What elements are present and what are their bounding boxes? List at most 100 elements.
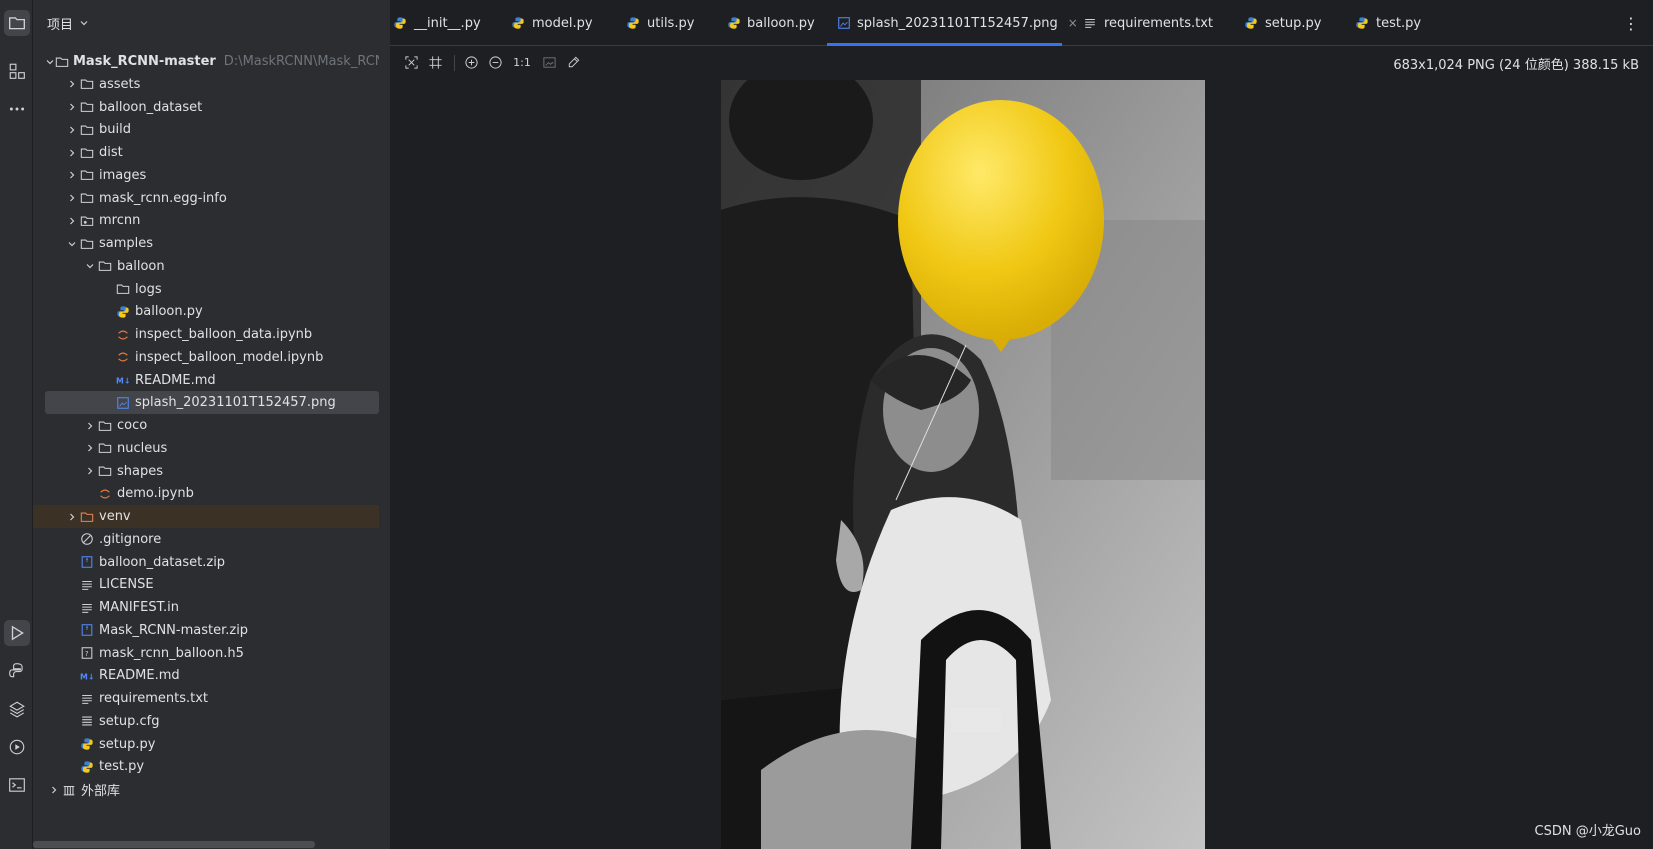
chevron-right-icon[interactable] [65, 123, 79, 137]
tree-item[interactable]: MANIFEST.in [33, 596, 379, 619]
tree-item[interactable]: mrcnn [33, 209, 379, 232]
tree-item[interactable]: LICENSE [33, 573, 379, 596]
tree-item[interactable]: coco [33, 414, 379, 437]
zoom-in-icon[interactable] [462, 53, 480, 71]
tree-item[interactable]: requirements.txt [33, 687, 379, 710]
balloon-photo [721, 80, 1205, 849]
chevron-right-icon[interactable] [47, 783, 61, 797]
chevron-right-icon[interactable] [83, 419, 97, 433]
tree-item[interactable]: test.py [33, 755, 379, 778]
tree-item[interactable]: samples [33, 232, 379, 255]
tree-item-label: splash_20231101T152457.png [135, 395, 336, 411]
tree-item[interactable]: dist [33, 141, 379, 164]
structure-icon[interactable] [4, 58, 30, 84]
project-header[interactable]: 项目 [33, 0, 390, 46]
chevron-right-icon[interactable] [65, 168, 79, 182]
ignore-icon [79, 531, 95, 547]
tree-item[interactable]: .gitignore [33, 528, 379, 551]
editor-area: ⋮ __init__.py model.py utils.py balloon.py s… [390, 0, 1653, 849]
folder-icon [97, 418, 113, 434]
tree-item[interactable]: setup.py [33, 733, 379, 756]
tree-item[interactable]: splash_20231101T152457.png [45, 391, 379, 415]
tree-item[interactable]: nucleus [33, 437, 379, 460]
tab-label: balloon.py [747, 15, 815, 31]
more-icon[interactable] [4, 96, 30, 122]
editor-tab[interactable]: __init__.py [382, 0, 482, 46]
tree-item[interactable]: ? mask_rcnn_balloon.h5 [33, 642, 379, 665]
tree-item[interactable]: 外部库 [33, 778, 379, 801]
grid-icon[interactable] [426, 53, 444, 71]
text-icon [79, 600, 95, 616]
tree-item[interactable]: demo.ipynb [33, 482, 379, 505]
package-icon [79, 213, 95, 229]
tree-item[interactable]: build [33, 118, 379, 141]
python-console-icon[interactable] [4, 658, 30, 684]
horizontal-scrollbar[interactable] [33, 841, 315, 848]
editor-tab[interactable]: utils.py [615, 0, 700, 46]
chevron-down-icon[interactable] [65, 237, 79, 251]
tree-item[interactable]: assets [33, 73, 379, 96]
editor-tab[interactable]: balloon.py [717, 0, 815, 46]
tree-item[interactable]: M↓ README.md [33, 369, 379, 392]
tree-item-label: balloon.py [135, 304, 203, 320]
svg-text:M↓: M↓ [116, 377, 130, 386]
tree-item[interactable]: inspect_balloon_model.ipynb [33, 346, 379, 369]
more-vertical-icon[interactable]: ⋮ [1623, 14, 1639, 33]
tree-item[interactable]: balloon_dataset.zip [33, 551, 379, 574]
terminal-icon[interactable] [4, 772, 30, 798]
tree-item[interactable]: balloon.py [33, 300, 379, 323]
markdown-icon: M↓ [79, 668, 95, 684]
project-icon[interactable] [4, 10, 30, 36]
tree-item[interactable]: images [33, 164, 379, 187]
text-icon [79, 577, 95, 593]
tree-item-label: assets [99, 76, 141, 92]
tree-item[interactable]: shapes [33, 460, 379, 483]
chevron-right-icon[interactable] [83, 464, 97, 478]
tree-item[interactable]: balloon_dataset [33, 96, 379, 119]
arrow-spacer [65, 760, 79, 774]
tree-item[interactable]: venv [33, 505, 379, 528]
arrow-spacer [101, 350, 115, 364]
editor-tab[interactable]: requirements.txt [1072, 0, 1217, 46]
chevron-right-icon[interactable] [83, 441, 97, 455]
editor-tab[interactable]: splash_20231101T152457.png × [827, 0, 1078, 46]
tree-item-label: mrcnn [99, 213, 141, 229]
tree-item-label: .gitignore [99, 531, 162, 547]
tree-item[interactable]: mask_rcnn.egg-info [33, 187, 379, 210]
chevron-right-icon[interactable] [65, 77, 79, 91]
chevron-down-icon[interactable] [83, 259, 97, 273]
python-icon [1354, 15, 1370, 31]
services-icon[interactable] [4, 734, 30, 760]
color-picker-icon[interactable] [564, 53, 582, 71]
chevron-right-icon[interactable] [65, 214, 79, 228]
editor-tab[interactable]: model.py [500, 0, 595, 46]
tree-root[interactable]: Mask_RCNN-master D:\MaskRCNN\Mask_RCNN- [33, 50, 379, 73]
chevron-right-icon[interactable] [65, 191, 79, 205]
arrow-spacer [65, 692, 79, 706]
tree-item[interactable]: setup.cfg [33, 710, 379, 733]
actual-size-button[interactable]: 1:1 [510, 53, 534, 71]
background-icon[interactable] [540, 53, 558, 71]
tree-item[interactable]: Mask_RCNN-master.zip [33, 619, 379, 642]
layers-icon[interactable] [4, 696, 30, 722]
chevron-right-icon[interactable] [65, 510, 79, 524]
tree-item-label: test.py [99, 759, 145, 775]
editor-tab[interactable]: test.py [1344, 0, 1424, 46]
tree-item-label: samples [99, 236, 154, 251]
library-icon [61, 782, 77, 798]
tree-item[interactable]: inspect_balloon_data.ipynb [33, 323, 379, 346]
zoom-out-icon[interactable] [486, 53, 504, 71]
run-icon[interactable] [4, 620, 30, 646]
tree-item[interactable]: balloon [33, 255, 379, 278]
text-icon [1082, 15, 1098, 31]
tree-item[interactable]: logs [33, 278, 379, 301]
python-icon [79, 759, 95, 775]
tree-item[interactable]: M↓ README.md [33, 664, 379, 687]
fit-to-window-icon[interactable] [402, 53, 420, 71]
tab-label: requirements.txt [1104, 15, 1214, 31]
editor-tab[interactable]: setup.py [1233, 0, 1328, 46]
arrow-spacer [101, 328, 115, 342]
chevron-right-icon[interactable] [65, 100, 79, 114]
chevron-right-icon[interactable] [65, 146, 79, 160]
arrow-spacer [65, 669, 79, 683]
